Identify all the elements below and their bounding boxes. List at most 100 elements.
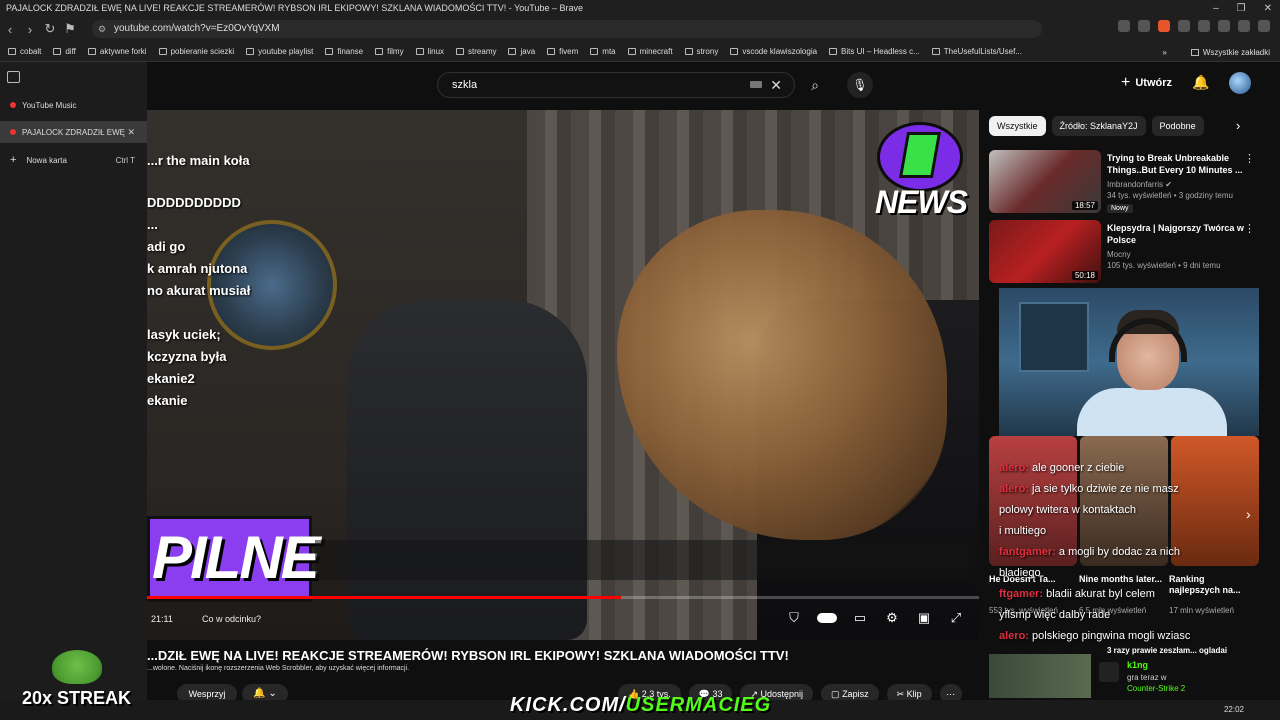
search-query: szkla xyxy=(452,79,478,91)
site-settings-icon[interactable]: ⚙ xyxy=(98,20,106,38)
sidebar-toggle-icon[interactable] xyxy=(7,71,20,83)
chat-message: alero: ale gooner z ciebie xyxy=(999,462,1125,474)
extension-icon[interactable] xyxy=(1198,20,1210,32)
miniplayer-icon[interactable]: ▣ xyxy=(915,610,933,626)
verified-icon: ✔ xyxy=(1165,180,1172,189)
bookmark-item[interactable]: youtube playlist xyxy=(246,47,313,56)
pilne-banner: PILNE xyxy=(147,516,321,602)
clear-search-icon[interactable]: ✕ xyxy=(770,73,782,97)
pause-icon[interactable] xyxy=(1178,20,1190,32)
bookmark-folder[interactable]: fivem xyxy=(547,47,578,56)
youtube-header: szkla ✕ ⌕ 🎙 + Utwórz 🔔 xyxy=(147,62,1280,108)
kick-live-card[interactable]: k1ng gra teraz w Counter-Strike 2 3 razy… xyxy=(989,646,1269,700)
save-icon: ▢ xyxy=(831,689,843,699)
bookmark-folder[interactable]: mta xyxy=(590,47,616,56)
search-icon[interactable]: ⌕ xyxy=(802,73,828,97)
bookmark-folder[interactable]: streamy xyxy=(456,47,496,56)
channel-name[interactable]: Imbrandonfarris ✔ xyxy=(1107,180,1172,189)
bookmark-folder[interactable]: java xyxy=(508,47,535,56)
folder-icon xyxy=(415,48,424,55)
k-news-logo: NEWS xyxy=(875,122,968,232)
install-icon[interactable] xyxy=(1118,20,1130,32)
bookmark-folder[interactable]: filmy xyxy=(375,47,404,56)
close-window-icon[interactable]: ✕ xyxy=(1264,3,1272,14)
chat-message: alero: ja sie tylko dziwie ze nie masz xyxy=(999,483,1179,495)
bookmark-item[interactable]: aktywne forki xyxy=(87,47,147,56)
recommended-video[interactable]: 50:18 Klepsydra | Najgorszy Twórca w Pol… xyxy=(989,220,1269,284)
video-chat-overlay: ...r the main koła DDDDDDDDDD ... adi go… xyxy=(147,153,251,408)
puzzle-icon[interactable] xyxy=(1238,20,1250,32)
bookmark-icon[interactable]: ⚑ xyxy=(60,21,80,37)
chevron-right-icon[interactable]: › xyxy=(1236,118,1240,133)
tab-youtube-music[interactable]: YouTube Music xyxy=(0,94,147,116)
chip-all[interactable]: Wszystkie xyxy=(989,116,1046,136)
bookmark-favicon-icon xyxy=(246,48,255,55)
channel-name[interactable]: Mocny xyxy=(1107,250,1131,259)
kick-thumbnail xyxy=(989,654,1091,698)
back-icon[interactable]: ‹ xyxy=(0,22,20,37)
subtitles-icon[interactable]: ▭ xyxy=(851,610,869,626)
minimize-icon[interactable]: – xyxy=(1213,3,1219,14)
url-field[interactable]: ⚙ youtube.com/watch?v=Ez0OvYqVXM xyxy=(92,20,1042,38)
window-title: PAJALOCK ZDRADZIŁ EWĘ NA LIVE! REAKCJE S… xyxy=(6,3,583,13)
close-tab-icon[interactable]: ✕ xyxy=(127,127,135,138)
bookmark-folder[interactable]: finanse xyxy=(325,47,363,56)
bookmark-item[interactable]: cobalt xyxy=(8,47,41,56)
vertical-tabs-panel: YouTube Music PAJALOCK ZDRADZIŁ EWĘ ✕ + … xyxy=(0,62,147,720)
video-title: ...DZIŁ EWĘ NA LIVE! REAKCJE STREAMERÓW!… xyxy=(147,648,789,663)
bookmark-item[interactable]: vscode klawiszologia xyxy=(730,47,817,56)
share-icon[interactable] xyxy=(1138,20,1150,32)
reload-icon[interactable]: ↻ xyxy=(40,21,60,37)
video-thumbnail[interactable]: 50:18 xyxy=(989,220,1101,283)
avatar[interactable] xyxy=(1229,72,1251,94)
new-tab-button[interactable]: + Nowa karta Ctrl T xyxy=(0,149,147,171)
microphone-icon[interactable]: 🎙 xyxy=(847,72,873,98)
wallet-icon[interactable] xyxy=(1218,20,1230,32)
fullscreen-icon[interactable]: ⤢ xyxy=(947,610,965,626)
bookmarks-more-icon[interactable]: » xyxy=(1162,48,1166,57)
video-time: 21:11 xyxy=(151,614,173,624)
notifications-bell-icon[interactable]: 🔔 xyxy=(1192,74,1209,91)
chat-message: fantgamer: a mogli by dodac za nich xyxy=(999,546,1180,558)
bookmark-folder[interactable]: minecraft xyxy=(627,47,673,56)
settings-gear-icon[interactable]: ⚙ xyxy=(883,610,901,626)
github-icon xyxy=(931,48,940,55)
menu-icon[interactable] xyxy=(1258,20,1270,32)
folder-icon xyxy=(508,48,517,55)
recommended-video[interactable]: 18:57 Trying to Break Unbreakable Things… xyxy=(989,150,1269,214)
more-options-icon[interactable]: ⋮ xyxy=(1244,152,1255,165)
video-player[interactable]: ...r the main koła DDDDDDDDDD ... adi go… xyxy=(147,110,979,640)
bookmark-item[interactable]: Bits UI – Headless c... xyxy=(829,47,920,56)
youtube-music-icon xyxy=(10,102,16,108)
bookmark-folder[interactable]: strony xyxy=(684,47,718,56)
brave-shields-icon[interactable] xyxy=(1158,20,1170,32)
maximize-icon[interactable]: ❐ xyxy=(1237,3,1246,14)
create-button[interactable]: + Utwórz xyxy=(1121,74,1172,92)
sponsorblock-icon[interactable]: ⛉ xyxy=(785,610,803,626)
window-title-bar: PAJALOCK ZDRADZIŁ EWĘ NA LIVE! REAKCJE S… xyxy=(0,0,1280,16)
chip-related[interactable]: Podobne xyxy=(1151,116,1204,136)
folder-icon xyxy=(375,48,384,55)
keyboard-icon[interactable] xyxy=(750,81,762,88)
video-thumbnail[interactable]: 18:57 xyxy=(989,150,1101,213)
forward-icon[interactable]: › xyxy=(20,22,40,37)
chapter-button[interactable]: Co w odcinku? xyxy=(202,614,261,624)
more-options-icon[interactable]: ⋮ xyxy=(1244,222,1255,235)
kick-url-overlay: KICK.COM/USERMACIEG xyxy=(510,694,772,716)
bookmark-item[interactable]: diff xyxy=(53,47,76,56)
chat-message: yflsmp więc dalby rade xyxy=(999,609,1111,621)
bookmark-favicon-icon xyxy=(829,48,838,55)
tab-current-video[interactable]: PAJALOCK ZDRADZIŁ EWĘ ✕ xyxy=(0,121,147,143)
bookmark-folder[interactable]: linux xyxy=(415,47,444,56)
search-input[interactable]: szkla ✕ xyxy=(437,72,795,98)
bookmark-favicon-icon xyxy=(87,48,96,55)
bookmark-item[interactable]: pobieranie sciezki xyxy=(158,47,234,56)
chip-source[interactable]: Źródło: SzklanaY2J xyxy=(1051,116,1146,136)
chevron-down-icon: ⌄ xyxy=(268,688,277,699)
autoplay-toggle[interactable] xyxy=(817,613,837,623)
progress-bar[interactable] xyxy=(147,596,979,599)
shorts-next-icon[interactable]: › xyxy=(1246,506,1251,522)
bookmark-item[interactable]: TheUsefulLists/Usef... xyxy=(931,47,1022,56)
youtube-icon xyxy=(10,129,16,135)
all-bookmarks[interactable]: » Wszystkie zakładki xyxy=(1162,42,1270,61)
